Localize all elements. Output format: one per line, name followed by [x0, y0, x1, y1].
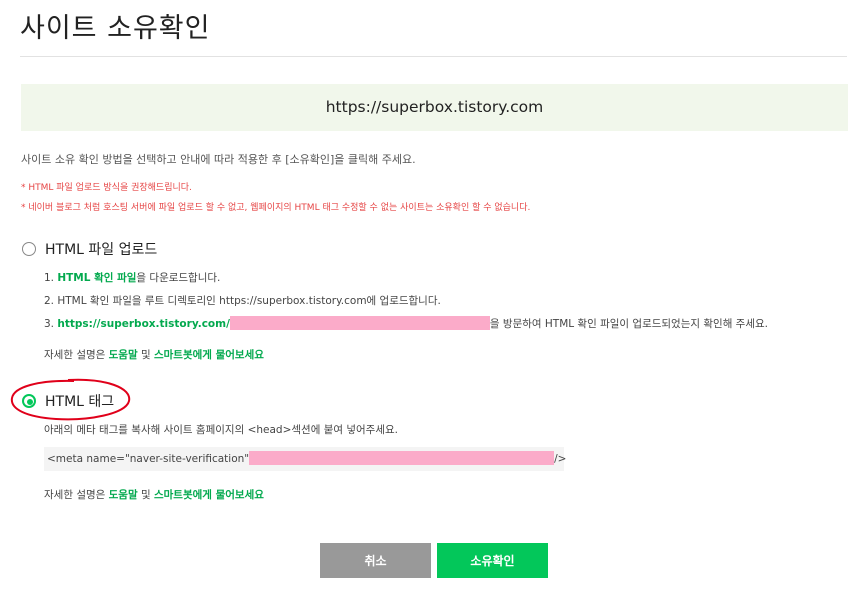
redacted-filename — [229, 316, 490, 330]
file-step-3-suffix: 을 방문하여 HTML 확인 파일이 업로드되었는지 확인해 주세요. — [489, 318, 769, 330]
help-middle: 및 — [137, 489, 154, 501]
page-title: 사이트 소유확인 — [20, 13, 211, 44]
meta-tag-code[interactable]: <meta name="naver-site-verification" /> — [44, 447, 567, 471]
warning-recommend: * HTML 파일 업로드 방식을 권장해드립니다. — [21, 183, 192, 193]
warning-limitation: * 네이버 블로그 처럼 호스팅 서버에 파일 업로드 할 수 없고, 웹페이지… — [21, 203, 531, 213]
option-html-tag[interactable]: HTML 태그 — [22, 391, 114, 411]
instruction-text: 사이트 소유 확인 방법을 선택하고 안내에 따라 적용한 후 [소유확인]을 … — [21, 153, 416, 166]
file-step-2: 2. HTML 확인 파일을 루트 디렉토리인 https://superbox… — [44, 295, 441, 307]
help-text-tag: 자세한 설명은 도움말 및 스마트봇에게 물어보세요 — [44, 487, 264, 502]
verify-ownership-button[interactable]: 소유확인 — [437, 543, 548, 578]
option-html-file-upload[interactable]: HTML 파일 업로드 — [22, 239, 157, 259]
file-step-1-prefix: 1. — [44, 272, 58, 284]
file-step-3: 3. https://superbox.tistory.com/을 방문하여 H… — [44, 316, 768, 331]
title-divider — [20, 56, 847, 57]
smartbot-link[interactable]: 스마트봇에게 물어보세요 — [154, 349, 264, 361]
meta-tag-instruction: 아래의 메타 태그를 복사해 사이트 홈페이지의 <head>섹션에 붙여 넣어… — [44, 424, 398, 436]
smartbot-link[interactable]: 스마트봇에게 물어보세요 — [154, 489, 264, 501]
help-middle: 및 — [137, 349, 154, 361]
verify-url-link[interactable]: https://superbox.tistory.com/ — [57, 318, 230, 330]
file-step-3-prefix: 3. — [44, 318, 58, 330]
cancel-button[interactable]: 취소 — [320, 543, 431, 578]
site-url-banner: https://superbox.tistory.com — [21, 84, 848, 131]
file-step-1-suffix: 을 다운로드합니다. — [136, 272, 221, 284]
help-prefix: 자세한 설명은 — [44, 489, 109, 501]
meta-tag-suffix: /> — [554, 453, 567, 465]
radio-html-tag[interactable] — [22, 394, 36, 408]
option-html-file-label: HTML 파일 업로드 — [45, 242, 158, 258]
help-link[interactable]: 도움말 — [109, 489, 138, 501]
radio-html-file[interactable] — [22, 242, 36, 256]
help-text-file: 자세한 설명은 도움말 및 스마트봇에게 물어보세요 — [44, 347, 264, 362]
download-html-file-link[interactable]: HTML 확인 파일 — [57, 272, 136, 284]
help-prefix: 자세한 설명은 — [44, 349, 109, 361]
help-link[interactable]: 도움말 — [109, 349, 138, 361]
redacted-verification-code — [249, 451, 555, 465]
option-html-tag-label: HTML 태그 — [45, 394, 115, 410]
file-step-1: 1. HTML 확인 파일을 다운로드합니다. — [44, 270, 220, 285]
meta-tag-prefix: <meta name="naver-site-verification" — [47, 453, 250, 465]
